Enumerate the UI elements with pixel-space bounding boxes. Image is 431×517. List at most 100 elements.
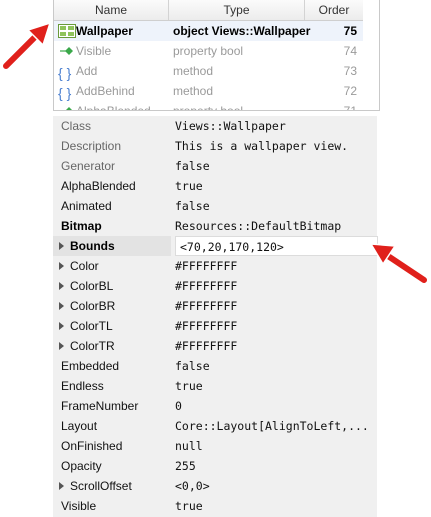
property-name-label: Endless xyxy=(61,379,104,393)
property-icon xyxy=(58,104,74,110)
property-name-label: Layout xyxy=(61,419,98,433)
property-grid: Class Views::WallpaperDescription This is … xyxy=(53,116,378,517)
arrow-icon xyxy=(1,21,52,71)
property-name-label: Visible xyxy=(61,499,97,513)
property-name-label: ColorTL xyxy=(70,319,113,333)
property-name: Generator xyxy=(53,156,171,176)
property-name: Class xyxy=(53,116,171,136)
column-header-order[interactable]: Order xyxy=(305,0,363,20)
property-value-input[interactable]: <70,20,170,120> xyxy=(175,236,378,256)
property-name: Endless xyxy=(53,376,171,396)
property-name: ColorBL xyxy=(53,276,171,296)
list-item-name: Wallpaper xyxy=(76,24,133,38)
list-item[interactable]: Visible property bool 74 xyxy=(54,41,363,61)
property-row[interactable]: AlphaBlended true xyxy=(53,176,377,196)
member-list: Name Type Order Wallpaper object Views::W… xyxy=(53,0,380,111)
arrow-icon xyxy=(369,243,429,285)
list-item[interactable]: Wallpaper object Views::Wallpaper 75 xyxy=(54,21,363,41)
property-name: Visible xyxy=(53,496,171,516)
property-name: Description xyxy=(53,136,171,156)
property-value: 0 xyxy=(175,399,182,413)
list-item-name: Visible xyxy=(76,44,112,58)
property-value: true xyxy=(175,379,203,393)
list-item-name: AlphaBlended xyxy=(76,104,151,111)
property-row[interactable]: Opacity 255 xyxy=(53,456,377,476)
property-name-label: Bitmap xyxy=(61,219,102,233)
property-name: Opacity xyxy=(53,456,171,476)
list-item-name: Add xyxy=(76,64,98,78)
method-icon: { } xyxy=(58,65,72,81)
property-name: ColorTL xyxy=(53,316,171,336)
property-name-label: Description xyxy=(61,139,122,153)
property-row[interactable]: Color #FFFFFFFF xyxy=(53,256,377,276)
property-row[interactable]: ColorTL #FFFFFFFF xyxy=(53,316,377,336)
property-row[interactable]: ScrollOffset <0,0> xyxy=(53,476,377,496)
property-value: #FFFFFFFF xyxy=(175,259,238,273)
list-header: Name Type Order xyxy=(54,0,363,21)
list-item[interactable]: { } AddBehind method 72 xyxy=(54,81,363,101)
property-name: ScrollOffset xyxy=(53,476,171,496)
list-item[interactable]: AlphaBlended property bool 71 xyxy=(54,101,363,111)
property-value: #FFFFFFFF xyxy=(175,299,238,313)
property-row[interactable]: FrameNumber 0 xyxy=(53,396,377,416)
property-value: true xyxy=(175,499,203,513)
property-value: null xyxy=(175,439,203,453)
property-icon xyxy=(58,44,74,58)
list-item-order: 74 xyxy=(343,44,357,58)
property-row[interactable]: Visible true xyxy=(53,496,377,516)
property-name-label: ColorTR xyxy=(70,339,115,353)
property-row[interactable]: Animated false xyxy=(53,196,377,216)
expand-arrow-icon[interactable] xyxy=(59,301,64,310)
list-item-order: 72 xyxy=(343,84,357,98)
property-row[interactable]: ColorTR #FFFFFFFF xyxy=(53,336,377,356)
property-value: 255 xyxy=(175,459,196,473)
property-name-label: Embedded xyxy=(61,359,120,373)
expand-arrow-icon[interactable] xyxy=(59,321,64,330)
property-value: <0,0> xyxy=(175,479,210,493)
list-item-type: method xyxy=(173,84,214,98)
property-value: Views::Wallpaper xyxy=(175,119,286,133)
property-name-label: Opacity xyxy=(61,459,102,473)
property-row[interactable]: Embedded false xyxy=(53,356,377,376)
expand-arrow-icon[interactable] xyxy=(59,281,64,290)
property-name-label: Bounds xyxy=(70,239,115,253)
property-name-label: AlphaBlended xyxy=(61,179,136,193)
list-item-order: 73 xyxy=(343,64,357,78)
list-item[interactable]: { } Add method 73 xyxy=(54,61,363,81)
object-icon xyxy=(58,24,76,38)
property-value: false xyxy=(175,199,210,213)
property-name-label: ColorBL xyxy=(70,279,114,293)
property-name: Color xyxy=(53,256,171,276)
property-name-label: Generator xyxy=(61,159,116,173)
property-value: #FFFFFFFF xyxy=(175,339,238,353)
property-name: Bounds xyxy=(53,236,171,256)
property-value: This is a wallpaper view. xyxy=(175,139,349,153)
property-name: Animated xyxy=(53,196,171,216)
property-row[interactable]: Bitmap Resources::DefaultBitmap xyxy=(53,216,377,236)
column-header-name[interactable]: Name xyxy=(54,0,169,20)
property-row[interactable]: OnFinished null xyxy=(53,436,377,456)
property-name-label: ScrollOffset xyxy=(70,479,132,493)
property-row[interactable]: Class Views::Wallpaper xyxy=(53,116,377,136)
property-value: false xyxy=(175,159,210,173)
property-name: Bitmap xyxy=(53,216,171,236)
property-row[interactable]: Layout Core::Layout[AlignToLeft,... xyxy=(53,416,377,436)
property-value: Core::Layout[AlignToLeft,... xyxy=(175,419,369,433)
property-name: ColorBR xyxy=(53,296,171,316)
property-row[interactable]: ColorBL #FFFFFFFF xyxy=(53,276,377,296)
property-row[interactable]: Bounds <70,20,170,120> xyxy=(53,236,378,256)
list-item-name: AddBehind xyxy=(76,84,135,98)
property-row[interactable]: Generator false xyxy=(53,156,377,176)
list-item-type: method xyxy=(173,64,214,78)
expand-arrow-icon[interactable] xyxy=(59,341,64,350)
property-row[interactable]: Endless true xyxy=(53,376,377,396)
column-header-type[interactable]: Type xyxy=(169,0,305,20)
property-name: Embedded xyxy=(53,356,171,376)
property-row[interactable]: ColorBR #FFFFFFFF xyxy=(53,296,377,316)
expand-arrow-icon[interactable] xyxy=(59,241,64,250)
property-row[interactable]: Description This is a wallpaper view. xyxy=(53,136,377,156)
expand-arrow-icon[interactable] xyxy=(59,261,64,270)
property-name-label: Animated xyxy=(61,199,112,213)
property-name: Layout xyxy=(53,416,171,436)
expand-arrow-icon[interactable] xyxy=(59,481,64,490)
